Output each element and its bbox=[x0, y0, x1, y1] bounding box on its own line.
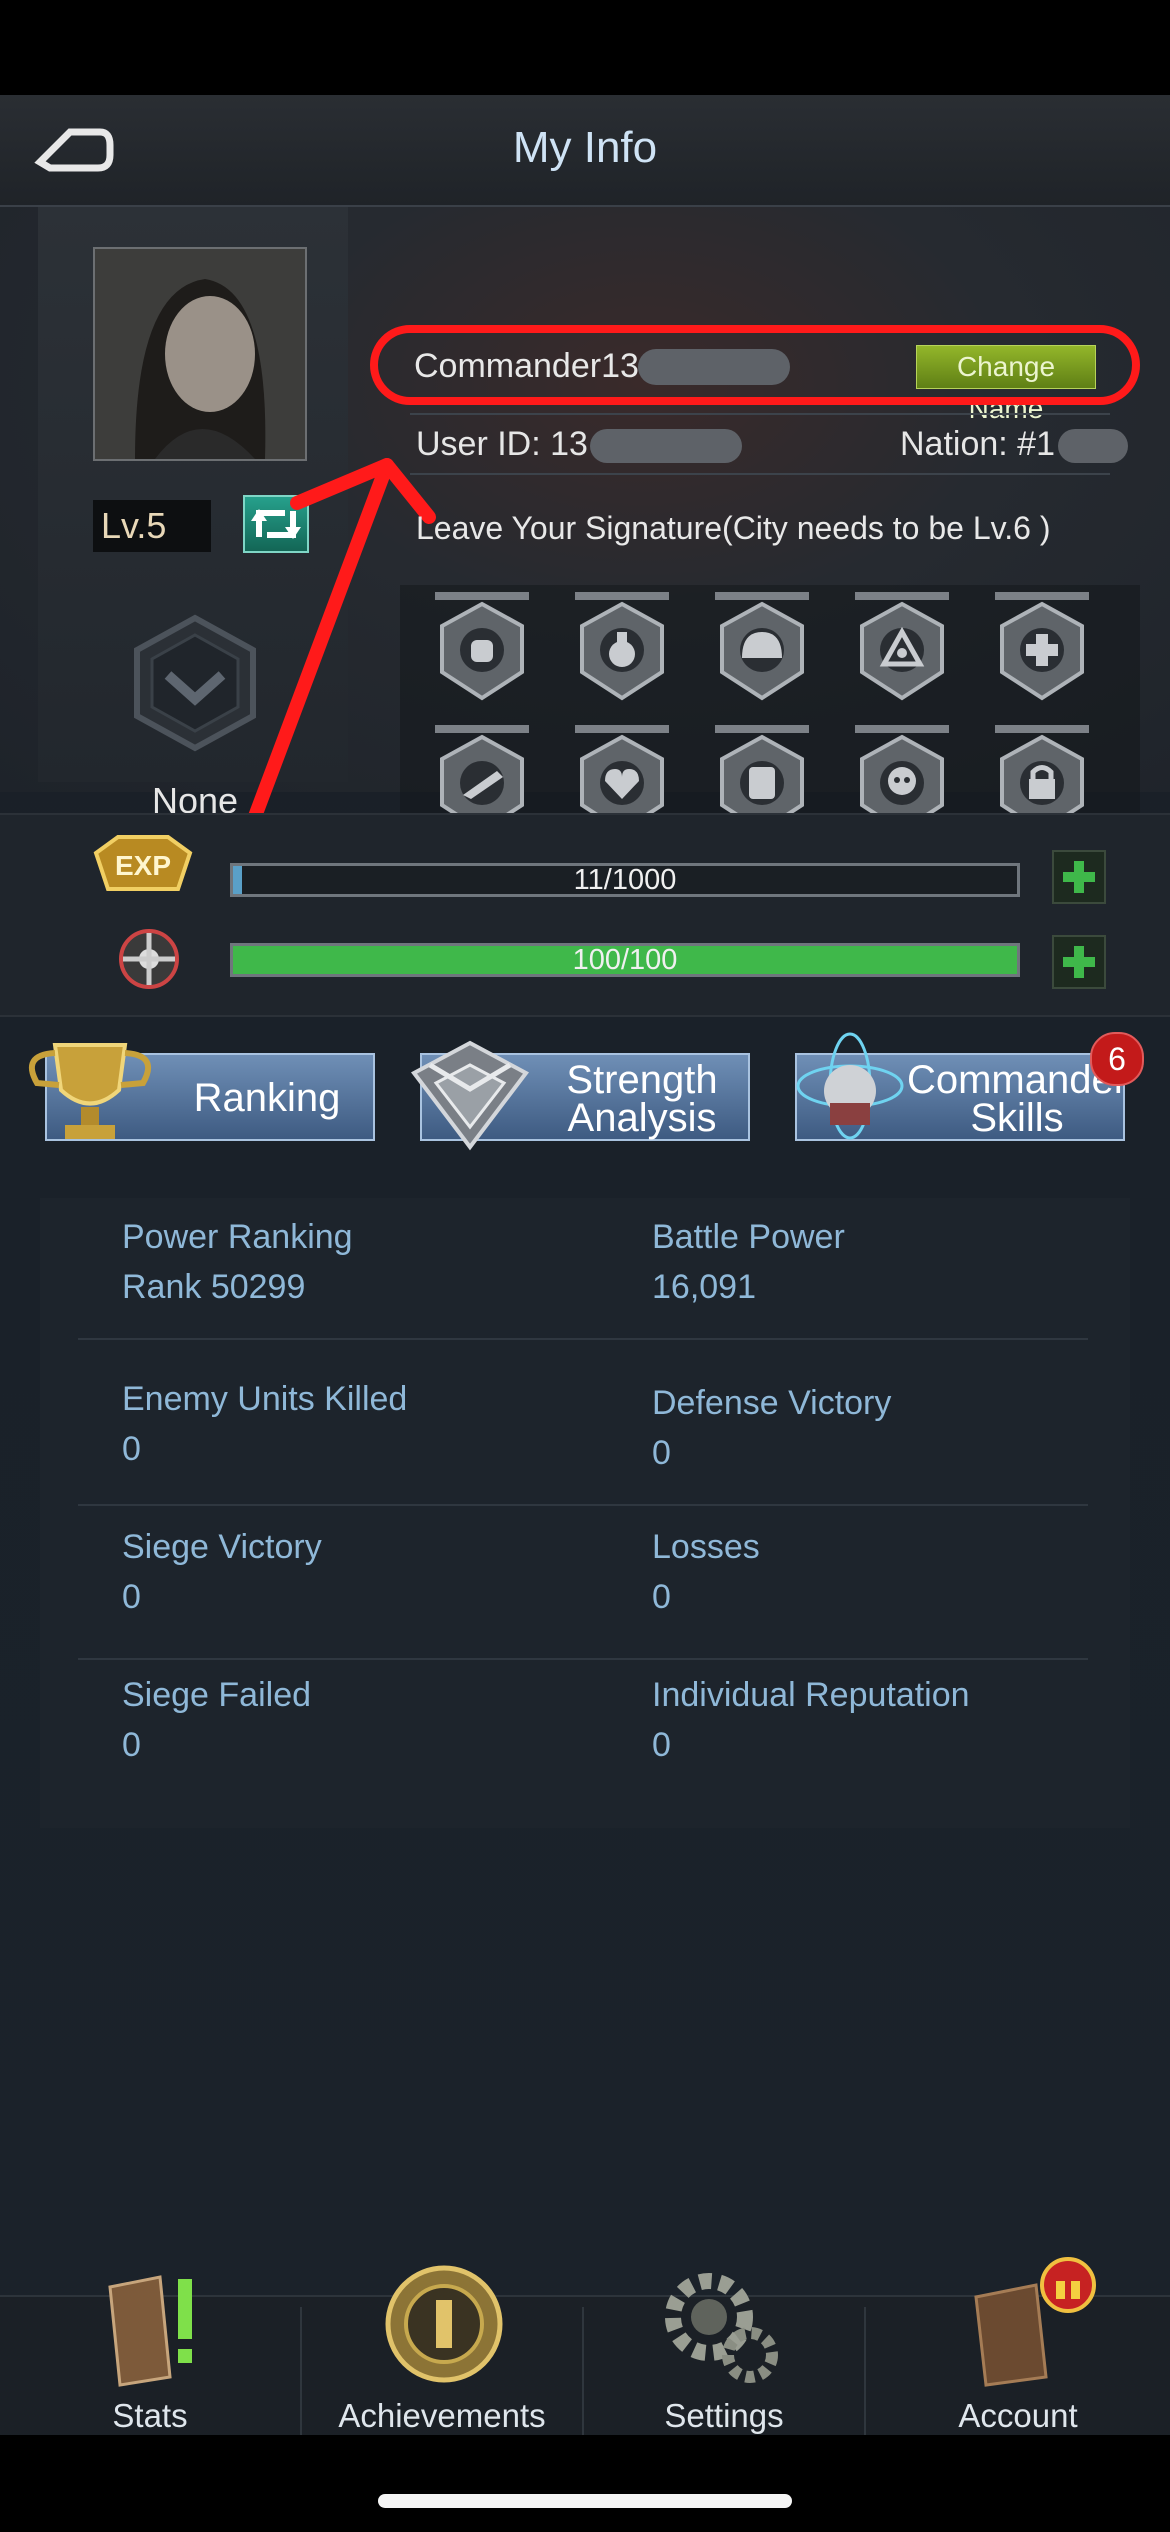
stat-label: Individual Reputation bbox=[652, 1676, 970, 1714]
nav-account[interactable]: Account bbox=[866, 2257, 1170, 2435]
medal-icon bbox=[385, 2265, 503, 2383]
nav-stats[interactable]: Stats bbox=[0, 2275, 300, 2435]
plus-icon bbox=[1063, 861, 1095, 893]
biohazard-badge-icon[interactable] bbox=[847, 590, 957, 705]
annotation-highlight-oval bbox=[370, 325, 1140, 405]
stat-value: 0 bbox=[122, 1578, 141, 1616]
commander-label-line2: Skills bbox=[970, 1096, 1064, 1140]
exp-progress-bar: 11/1000 bbox=[230, 863, 1020, 897]
nav-settings[interactable]: Settings bbox=[584, 2273, 864, 2435]
stat-label: Defense Victory bbox=[652, 1384, 892, 1422]
gears-icon bbox=[665, 2273, 778, 2383]
stat-value: 16,091 bbox=[652, 1268, 756, 1306]
plus-icon bbox=[1063, 946, 1095, 978]
stat-label: Siege Failed bbox=[122, 1676, 312, 1714]
stat-label: Battle Power bbox=[652, 1218, 845, 1256]
header-bar: My Info bbox=[0, 95, 1170, 207]
svg-text:EXP: EXP bbox=[115, 850, 171, 881]
helmet-badge-icon[interactable] bbox=[707, 590, 817, 705]
stat-label: Power Ranking bbox=[122, 1218, 353, 1256]
stat-value: 0 bbox=[652, 1434, 671, 1472]
stat-value: 0 bbox=[652, 1726, 671, 1764]
add-exp-button[interactable] bbox=[1052, 850, 1106, 904]
bottom-nav: Stats Achievements Settings Account bbox=[0, 2257, 1170, 2435]
stat-label: Enemy Units Killed bbox=[122, 1380, 408, 1418]
badge-grid bbox=[400, 585, 1140, 845]
medic-badge-icon[interactable] bbox=[987, 590, 1097, 705]
nav-label: Stats bbox=[112, 2397, 188, 2434]
divider bbox=[410, 473, 1110, 475]
level-badge: Lv.5 bbox=[93, 500, 211, 552]
stat-value: Rank 50299 bbox=[122, 1268, 306, 1306]
stat-value: 0 bbox=[122, 1726, 141, 1764]
row-divider bbox=[78, 1338, 1088, 1340]
stat-value: 0 bbox=[122, 1430, 141, 1468]
account-book-icon bbox=[974, 2257, 1096, 2387]
signature-hint[interactable]: Leave Your Signature(City needs to be Lv… bbox=[416, 510, 1050, 547]
stamina-icon bbox=[119, 929, 179, 989]
stamina-progress-bar: 100/100 bbox=[230, 943, 1020, 977]
book-icon bbox=[108, 2275, 192, 2387]
add-stamina-button[interactable] bbox=[1052, 935, 1106, 989]
stats-panel: Power Ranking Rank 50299 Battle Power 16… bbox=[40, 1198, 1130, 1828]
user-id: User ID: 13 bbox=[416, 425, 588, 463]
stat-label: Losses bbox=[652, 1528, 760, 1566]
commander-skills-icon bbox=[796, 1032, 904, 1140]
page-title: My Info bbox=[512, 123, 658, 172]
trophy-icon bbox=[29, 1043, 151, 1139]
potion-badge-icon[interactable] bbox=[567, 590, 677, 705]
nav-achievements[interactable]: Achievements bbox=[302, 2265, 582, 2435]
home-indicator[interactable] bbox=[378, 2494, 792, 2508]
notification-badge: 6 bbox=[1090, 1032, 1144, 1086]
ranking-label: Ranking bbox=[193, 1076, 341, 1120]
strength-label-line1: Strength bbox=[566, 1058, 718, 1102]
fist-badge-icon[interactable] bbox=[427, 590, 537, 705]
redacted-nation bbox=[1058, 429, 1128, 463]
rank-insignia-icon bbox=[410, 1040, 530, 1151]
stat-label: Siege Victory bbox=[122, 1528, 322, 1566]
stamina-progress-text: 100/100 bbox=[572, 944, 678, 976]
stat-value: 0 bbox=[652, 1578, 671, 1616]
nav-label: Achievements bbox=[338, 2397, 546, 2434]
divider bbox=[410, 413, 1110, 415]
exp-icon: EXP bbox=[93, 835, 193, 891]
nation: Nation: #1 bbox=[900, 425, 1055, 463]
row-divider bbox=[78, 1658, 1088, 1660]
row-divider bbox=[78, 1504, 1088, 1506]
exp-progress-text: 11/1000 bbox=[573, 864, 677, 896]
redacted-user-id bbox=[590, 429, 742, 463]
app-screen: My Info Lv.5 None Commander13 Change Nam… bbox=[0, 95, 1170, 2435]
nav-label: Account bbox=[958, 2397, 1078, 2434]
nav-label: Settings bbox=[664, 2397, 784, 2434]
strength-label-line2: Analysis bbox=[567, 1096, 717, 1140]
